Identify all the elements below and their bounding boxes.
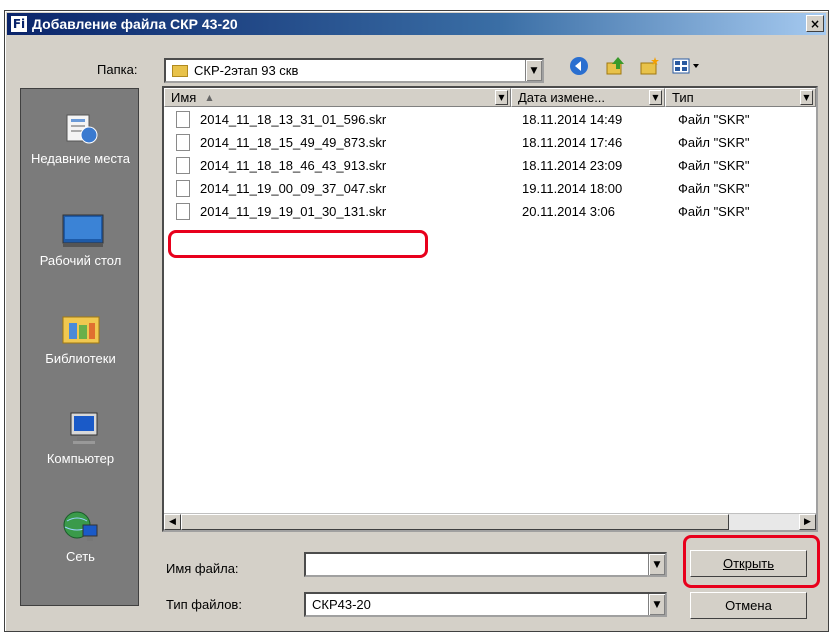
cancel-button[interactable]: Отмена [690,592,807,619]
column-menu-icon[interactable]: ▼ [649,90,662,105]
filetype-select[interactable]: СКР43-20 ▼ [304,592,667,617]
filename-label: Имя файла: [166,561,239,576]
file-date: 20.11.2014 3:06 [522,204,616,219]
file-icon [176,134,190,151]
app-icon: Fi [10,15,28,33]
file-icon [176,157,190,174]
file-date: 18.11.2014 17:46 [522,135,623,150]
scroll-left-icon[interactable]: ◀ [164,514,181,530]
open-button[interactable]: Открыть [690,550,807,577]
libraries-icon [61,311,101,347]
folder-label: Папка: [97,62,138,77]
desktop-icon [61,213,103,249]
file-date: 18.11.2014 23:09 [522,158,623,173]
dialog-title: Добавление файла СКР 43-20 [32,16,238,32]
place-recent[interactable]: Недавние места [21,111,140,166]
file-name: 2014_11_18_15_49_49_873.skr [200,135,387,150]
column-name-label: Имя [171,90,197,105]
view-menu-icon[interactable] [670,55,704,77]
recent-places-icon [61,111,101,147]
place-computer[interactable]: Компьютер [21,411,140,466]
file-type: Файл "SKR" [678,181,750,196]
file-type: Файл "SKR" [678,112,750,127]
open-button-label: Открыть [722,556,775,571]
place-desktop[interactable]: Рабочий стол [21,213,140,268]
file-row[interactable]: 2014_11_18_13_31_01_596.skr 18.11.2014 1… [164,109,804,129]
file-icon [176,111,190,128]
new-folder-icon[interactable] [638,55,660,77]
place-label: Сеть [66,549,95,564]
file-icon [176,180,190,197]
scroll-right-icon[interactable]: ▶ [799,514,816,530]
file-row[interactable]: 2014_11_18_18_46_43_913.skr 18.11.2014 2… [164,155,804,175]
file-type: Файл "SKR" [678,204,750,219]
file-row[interactable]: 2014_11_19_19_01_30_131.skr 20.11.2014 3… [164,201,804,221]
places-bar: Недавние места Рабочий стол Библиотеки К… [20,88,139,606]
file-date: 18.11.2014 14:49 [522,112,623,127]
filename-input[interactable]: ▼ [304,552,667,577]
file-row[interactable]: 2014_11_19_00_09_37_047.skr 19.11.2014 1… [164,178,804,198]
file-date: 19.11.2014 18:00 [522,181,623,196]
horizontal-scrollbar[interactable]: ◀ ▶ [164,513,816,530]
chevron-down-icon[interactable]: ▼ [525,60,542,81]
column-menu-icon[interactable]: ▼ [800,90,813,105]
place-label: Рабочий стол [39,253,122,268]
title-bar: Fi Добавление файла СКР 43-20 × [7,13,826,35]
file-icon [176,203,190,220]
folder-combo[interactable]: СКР-2этап 93 скв ▼ [164,58,544,83]
computer-icon [61,411,101,447]
chevron-down-icon[interactable]: ▼ [648,554,665,575]
column-date-label: Дата измене... [518,90,606,105]
column-header-type[interactable]: Тип ▼ [665,88,816,107]
back-icon[interactable] [568,55,590,77]
file-type: Файл "SKR" [678,135,750,150]
file-type: Файл "SKR" [678,158,750,173]
folder-value: СКР-2этап 93 скв [194,63,299,78]
folder-icon [172,64,188,77]
place-libraries[interactable]: Библиотеки [21,311,140,366]
scroll-thumb[interactable] [181,514,729,530]
place-label: Компьютер [46,451,115,466]
file-name: 2014_11_19_19_01_30_131.skr [200,204,387,219]
cancel-button-label: Отмена [725,598,772,613]
column-menu-icon[interactable]: ▼ [495,90,508,105]
column-type-label: Тип [672,90,694,105]
filetype-value: СКР43-20 [312,597,371,612]
place-network[interactable]: Сеть [21,509,140,564]
column-header-name[interactable]: Имя ▲ ▼ [164,88,511,107]
place-label: Библиотеки [45,351,116,366]
place-label: Недавние места [30,151,131,166]
file-row[interactable]: 2014_11_18_15_49_49_873.skr 18.11.2014 1… [164,132,804,152]
file-list[interactable]: Имя ▲ ▼ Дата измене... ▼ Тип ▼ 2014_11_1… [162,86,818,532]
column-header-date[interactable]: Дата измене... ▼ [511,88,665,107]
file-name: 2014_11_19_00_09_37_047.skr [200,181,387,196]
filetype-label: Тип файлов: [166,597,242,612]
sort-ascending-icon: ▲ [206,93,213,102]
file-name: 2014_11_18_18_46_43_913.skr [200,158,387,173]
chevron-down-icon[interactable]: ▼ [648,594,665,615]
up-folder-icon[interactable] [604,55,626,77]
file-name: 2014_11_18_13_31_01_596.skr [200,112,387,127]
close-button[interactable]: × [806,15,824,32]
network-icon [61,509,101,545]
